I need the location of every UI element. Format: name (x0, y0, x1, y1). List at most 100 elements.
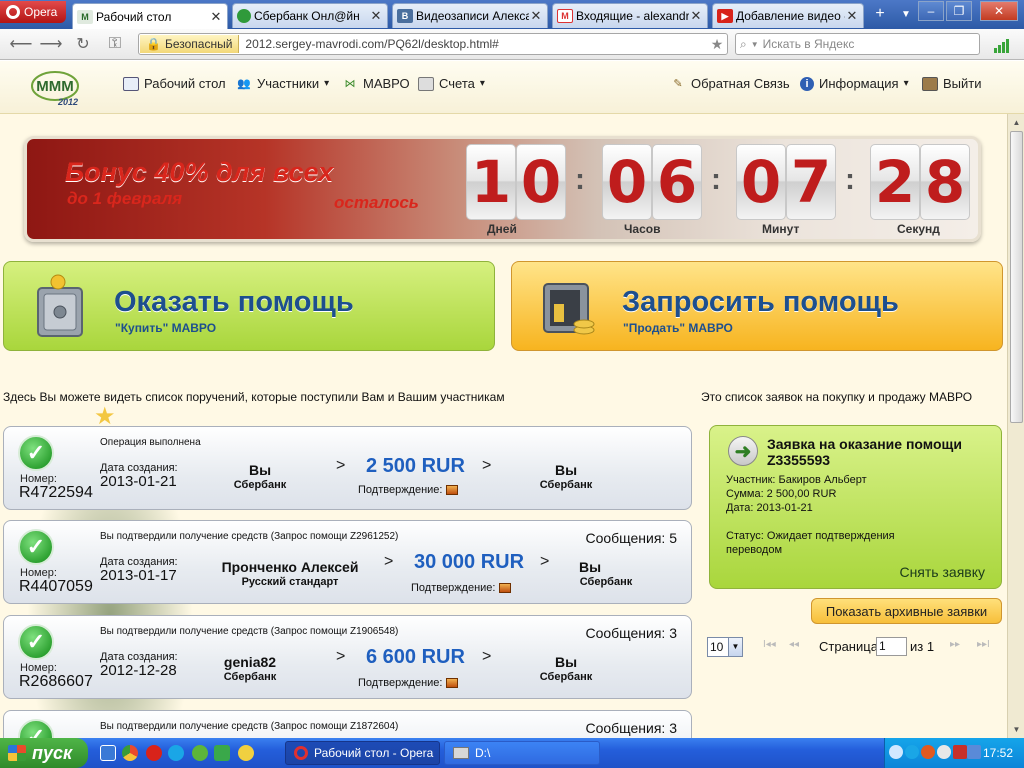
order-messages-link[interactable]: Сообщения: 3 (585, 625, 677, 641)
last-page-button[interactable]: ▸▸I (977, 639, 990, 650)
chrome-icon[interactable] (122, 745, 138, 761)
tab-list-chevron-icon[interactable]: ▼ (894, 3, 918, 25)
forward-arrow-icon: ⟶ (39, 36, 63, 53)
tab-gmail[interactable]: M Входящие - alexandr... ✕ (552, 3, 708, 28)
page-scrollbar[interactable]: ▲ ▼ (1007, 114, 1024, 738)
attachment-icon[interactable] (499, 583, 512, 593)
opera-menu-label: Opera (24, 5, 58, 19)
order-confirmation[interactable]: Подтверждение: (358, 677, 459, 689)
countdown-digit: 6 (652, 144, 702, 220)
app-icon[interactable] (238, 745, 254, 761)
scroll-thumb[interactable] (1010, 131, 1023, 423)
network-icon[interactable] (967, 745, 981, 759)
order-arrow: > (336, 648, 346, 665)
opera-quicklaunch-icon[interactable] (146, 745, 162, 761)
tab-youtube[interactable]: ▶ Добавление видео -... ✕ (712, 3, 864, 28)
order-card[interactable]: ✓ Номер: R4722594 Операция выполнена Дат… (3, 426, 692, 510)
tray-app-icon[interactable] (921, 745, 935, 759)
next-page-button[interactable]: ▸▸ (950, 639, 960, 650)
nav-info[interactable]: i Информация ▾ (800, 76, 909, 91)
first-page-button[interactable]: I◂◂ (763, 639, 776, 650)
order-messages-link[interactable]: Сообщения: 5 (585, 530, 677, 546)
nav-desktop[interactable]: Рабочий стол (123, 76, 226, 91)
tab-vk[interactable]: B Видеозаписи Алекса... ✕ (392, 3, 548, 28)
order-confirmation[interactable]: Подтверждение: (411, 582, 512, 594)
attachment-icon[interactable] (446, 678, 459, 688)
nav-mavro[interactable]: ⋈ МАВРО (342, 76, 410, 91)
bookmark-star-icon[interactable]: ★ (707, 36, 727, 53)
scroll-down-icon[interactable]: ▼ (1010, 723, 1023, 736)
tray-expand-icon[interactable] (889, 745, 903, 759)
icq-icon[interactable] (192, 745, 208, 761)
order-number: R4407059 (19, 578, 93, 595)
nav-accounts[interactable]: Счета ▾ (418, 76, 485, 91)
requests-description: Это список заявок на покупку и продажу М… (701, 390, 973, 404)
order-status: Вы подтвердили получение средств (Запрос… (100, 721, 399, 732)
order-to-bank: Сбербанк (579, 576, 633, 588)
help-request-card[interactable]: ➜ Заявка на оказание помощи Z3355593 Уча… (709, 425, 1002, 589)
request-help-button[interactable]: Запросить помощь "Продать" МАВРО (511, 261, 1003, 351)
security-badge[interactable]: 🔒 Безопасный (140, 35, 240, 53)
prev-page-button[interactable]: ◂◂ (789, 639, 799, 650)
skype-icon[interactable] (168, 745, 184, 761)
back-arrow-icon: ⟵ (9, 36, 33, 53)
nav-feedback[interactable]: ✎ Обратная Связь (670, 76, 789, 91)
page-size-select[interactable]: 10 ▼ (707, 637, 743, 657)
reload-button[interactable]: ↻ (72, 34, 94, 54)
drive-icon (453, 747, 469, 759)
countdown-digit: 8 (920, 144, 970, 220)
tab-close-icon[interactable]: ✕ (369, 8, 383, 24)
window-close-button[interactable]: ✕ (980, 1, 1018, 21)
order-to-name: Вы (554, 462, 578, 478)
taskbar-explorer-window[interactable]: D:\ (444, 741, 600, 765)
start-button[interactable]: пуск (0, 738, 88, 768)
order-card[interactable]: ✓ Номер: R4407059 Вы подтвердили получен… (3, 520, 692, 604)
logo-year: 2012 (57, 97, 78, 107)
search-engine-chevron-icon[interactable]: ▼ (751, 40, 759, 49)
tab-close-icon[interactable]: ✕ (689, 8, 703, 24)
tab-desktop[interactable]: M Рабочий стол ✕ (72, 3, 228, 29)
address-bar[interactable]: 🔒 Безопасный 2012.sergey-mavrodi.com/PQ6… (138, 33, 728, 55)
order-date: 2013-01-17 (100, 567, 177, 584)
safe-icon (37, 274, 83, 337)
request-title: Заявка на оказание помощи Z3355593 (767, 436, 962, 468)
order-card[interactable]: ✓ Номер: R2686607 Вы подтвердили получен… (3, 615, 692, 699)
order-status: Операция выполнена (100, 437, 201, 448)
tab-close-icon[interactable]: ✕ (529, 8, 543, 24)
order-messages-link[interactable]: Сообщения: 3 (585, 720, 677, 736)
show-archive-button[interactable]: Показать архивные заявки (811, 598, 1002, 624)
offer-help-button[interactable]: Оказать помощь "Купить" МАВРО (3, 261, 495, 351)
forward-button[interactable]: ⟶ (39, 34, 63, 54)
order-confirmation[interactable]: Подтверждение: (358, 484, 459, 496)
window-minimize-button[interactable]: ‒ (918, 1, 944, 21)
nav-logout[interactable]: Выйти (922, 76, 982, 91)
skype-tray-icon[interactable] (905, 745, 919, 759)
taskbar-opera-window[interactable]: Рабочий стол - Opera (285, 741, 440, 765)
volume-icon[interactable] (937, 745, 951, 759)
new-tab-button[interactable]: + (868, 3, 892, 25)
opera-menu-button[interactable]: Opera (0, 1, 66, 23)
search-input[interactable]: ⌕ ▼ Искать в Яндекс (735, 33, 980, 55)
cancel-request-link[interactable]: Снять заявку (899, 564, 985, 580)
attachment-icon[interactable] (446, 485, 459, 495)
window-restore-button[interactable]: ❐ (946, 1, 972, 21)
tab-close-icon[interactable]: ✕ (845, 8, 859, 24)
tab-close-icon[interactable]: ✕ (209, 9, 223, 25)
desktop-quicklaunch-icon[interactable] (100, 745, 116, 761)
order-card[interactable]: ✓ Вы подтвердили получение средств (Запр… (3, 710, 692, 738)
url-text[interactable]: 2012.sergey-mavrodi.com/PQ62l/desktop.ht… (239, 37, 707, 51)
back-button[interactable]: ⟵ (9, 34, 33, 54)
app-icon[interactable] (214, 745, 230, 761)
page-number-input[interactable]: 1 (876, 637, 907, 656)
order-amount: 30 000 RUR (414, 551, 525, 573)
scroll-up-icon[interactable]: ▲ (1010, 116, 1023, 129)
key-button[interactable]: ⚿ (104, 34, 126, 54)
order-amount: 2 500 RUR (366, 455, 465, 477)
mmm-logo[interactable]: MMM 2012 (30, 69, 80, 107)
request-date: Дата: 2013-01-21 (726, 502, 813, 514)
order-to-name: Вы (578, 559, 602, 575)
nav-participants[interactable]: 👥 Участники ▾ (236, 76, 329, 91)
language-flag-icon[interactable] (953, 745, 967, 759)
desktop-icon (123, 76, 139, 91)
tab-sberbank[interactable]: Сбербанк Онл@йн ✕ (232, 3, 388, 28)
